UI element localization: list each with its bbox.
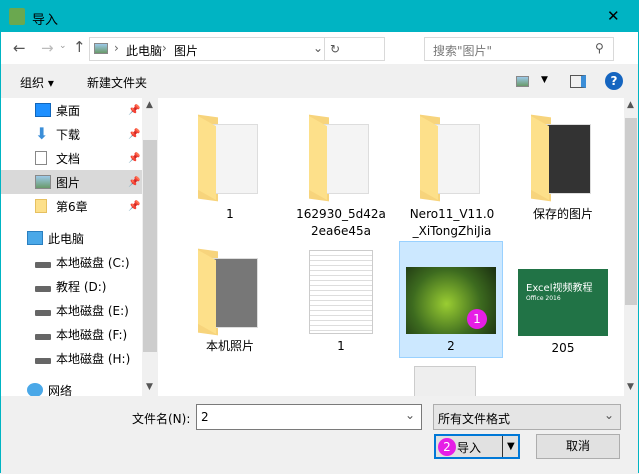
document-icon [309,250,373,334]
navigation-bar: ← → ⌄ ↑ › 此电脑 › 图片 ⌄ ↻ 搜索"图片" ⚲ [1,32,638,64]
sidebar-scrollbar[interactable]: ▲ ▼ [142,98,158,396]
filename-input[interactable]: 2 ⌄ [196,404,422,430]
sidebar-item-drive-d[interactable]: 教程 (D:) [1,274,142,298]
drive-icon [35,334,51,340]
recent-dropdown[interactable]: ⌄ [59,41,67,51]
file-item-folder[interactable]: 1 [178,114,282,223]
scrollbar-thumb[interactable] [625,118,637,305]
import-dropdown-icon[interactable]: ▼ [502,436,515,457]
up-button[interactable]: ↑ [73,38,86,56]
chevron-down-icon: ⌄ [604,408,615,422]
breadcrumb-pictures[interactable]: 图片 [174,42,198,59]
file-item-folder[interactable]: Nero11_V11.0_XiTongZhiJia [400,114,504,240]
file-type-select[interactable]: 所有文件格式 ⌄ [433,404,621,430]
organize-button[interactable]: 组织 ▾ [20,74,54,91]
file-item-folder[interactable]: 保存的图片 [511,114,615,223]
sidebar-item-desktop[interactable]: 桌面 📌 [1,98,142,122]
image-thumbnail: 1 [406,267,496,334]
back-button[interactable]: ← [13,39,26,57]
drive-icon [35,262,51,268]
search-icon: ⚲ [595,41,604,55]
filename-label: 文件名(N): [132,412,191,426]
folder-icon [198,114,262,202]
toolbar: 组织 ▾ 新建文件夹 ▼ ? [1,64,638,98]
sidebar-item-this-pc[interactable]: 此电脑 [1,226,142,250]
sidebar-item-drive-c[interactable]: 本地磁盘 (C:) [1,250,142,274]
sidebar-item-drive-f[interactable]: 本地磁盘 (F:) [1,322,142,346]
sidebar-item-drive-e[interactable]: 本地磁盘 (E:) [1,298,142,322]
sidebar-item-network[interactable]: 网络 [1,378,142,396]
app-logo-icon [9,8,25,25]
address-dropdown-icon[interactable]: ⌄ [313,41,323,55]
import-button[interactable]: 2 导入 ▼ [434,434,520,459]
breadcrumb-this-pc[interactable]: 此电脑 [126,42,162,59]
pin-icon: 📌 [128,176,141,188]
folder-icon [531,114,595,202]
sidebar-item-drive-h[interactable]: 本地磁盘 (H:) [1,346,142,370]
pin-icon: 📌 [128,152,141,164]
download-icon: ⬇ [35,124,49,143]
navigation-pane: 桌面 📌 ⬇ 下载 📌 文档 📌 图片 📌 第6章 📌 此电脑 本地磁盘 (C:) 教程 (… [1,98,142,396]
new-folder-button[interactable]: 新建文件夹 [87,74,147,91]
drive-icon [35,310,51,316]
sidebar-item-downloads[interactable]: ⬇ 下载 📌 [1,122,142,146]
step-badge: 1 [467,309,487,329]
sidebar-item-pictures[interactable]: 图片 📌 [1,170,142,194]
file-item-image-selected[interactable]: 1 2 [399,241,503,358]
view-options-icon[interactable] [516,76,529,87]
file-list-scrollbar[interactable]: ▲ ▼ [624,98,638,396]
folder-icon [198,248,262,336]
forward-button[interactable]: → [41,39,54,57]
folder-icon [420,114,484,202]
image-thumbnail: Excel视频教程 Office 2016 [518,269,608,336]
pictures-icon [35,175,51,189]
view-dropdown-icon[interactable]: ▼ [541,75,548,85]
address-bar[interactable]: › 此电脑 › 图片 ⌄ ↻ [89,37,385,61]
chevron-down-icon[interactable]: ⌄ [405,408,415,422]
folder-icon [35,199,47,213]
window-title: 导入 [32,13,59,28]
refresh-button[interactable]: ↻ [324,38,386,60]
pictures-icon [94,43,108,54]
search-input[interactable]: 搜索"图片" ⚲ [424,37,614,61]
scrollbar-thumb[interactable] [143,140,157,352]
file-item-document[interactable]: 1 [289,250,393,355]
folder-icon [309,114,373,202]
desktop-icon [35,103,51,117]
drive-icon [35,286,51,292]
preview-pane-icon[interactable] [570,75,586,88]
sidebar-item-documents[interactable]: 文档 📌 [1,146,142,170]
drive-icon [35,358,51,364]
network-icon [27,383,43,396]
close-button[interactable]: ✕ [607,7,620,25]
title-bar: 导入 ✕ [1,1,638,32]
cancel-button[interactable]: 取消 [536,434,620,459]
document-icon [35,151,47,165]
pin-icon: 📌 [128,128,141,140]
file-item-image[interactable]: Excel视频教程 Office 2016 205 [511,250,615,357]
file-item-folder[interactable]: 162930_5d42a2ea6e45a [289,114,393,240]
file-item-folder[interactable]: 本机照片 [178,248,282,355]
pin-icon: 📌 [128,200,141,212]
dialog-footer: 文件名(N): 2 ⌄ 所有文件格式 ⌄ 2 导入 ▼ 取消 [1,396,638,474]
help-button[interactable]: ? [605,72,623,90]
pin-icon: 📌 [128,104,141,116]
step-badge: 2 [438,438,456,456]
sidebar-item-chapter6[interactable]: 第6章 📌 [1,194,142,218]
file-list: 1 162930_5d42a2ea6e45a Nero11_V11.0_XiTo… [158,98,624,396]
computer-icon [27,231,43,245]
